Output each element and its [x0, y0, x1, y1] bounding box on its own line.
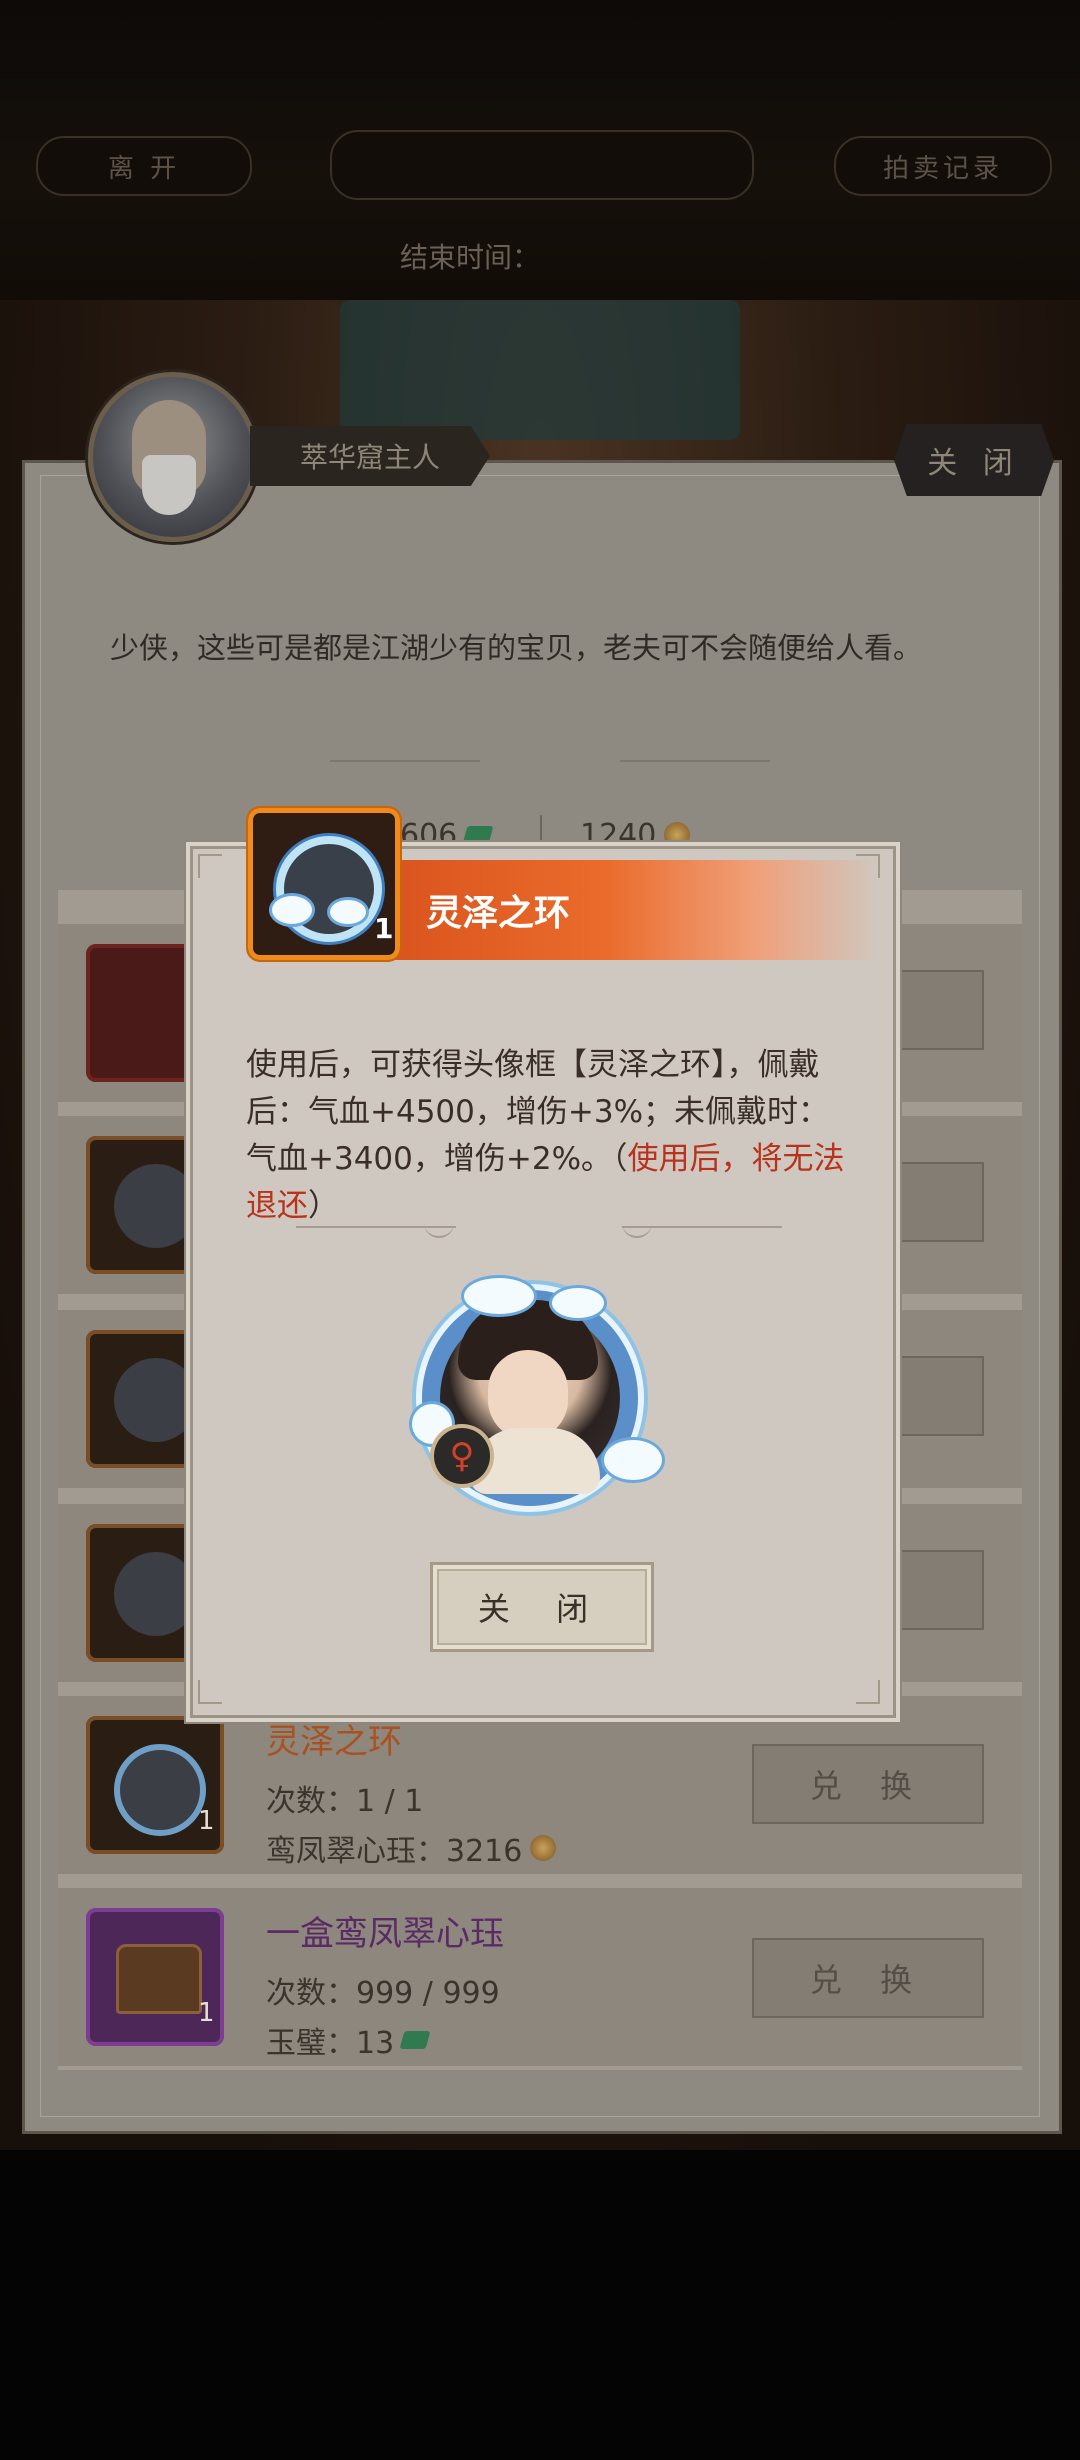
npc-beard	[142, 455, 196, 515]
frame-ring	[114, 1358, 198, 1442]
item-quantity: 1	[198, 1806, 215, 1836]
exchange-button[interactable]: 兑 换	[752, 1938, 984, 2018]
corner-ornament	[856, 1680, 880, 1704]
cloud-icon	[604, 1440, 662, 1480]
item-price: 鸾凤翠心珏：3216	[266, 1826, 557, 1870]
frame-ring	[114, 1164, 198, 1248]
coin-icon	[530, 1835, 557, 1861]
auction-record-button[interactable]: 拍卖记录	[834, 136, 1052, 196]
female-icon: ♀	[434, 1428, 490, 1484]
cloud-icon	[552, 1288, 604, 1318]
cloud-icon	[464, 1278, 534, 1314]
jade-icon	[399, 2031, 431, 2049]
npc-name: 萃华窟主人	[250, 426, 490, 486]
item-count: 次数：999 / 999	[266, 1976, 500, 2011]
item-price: 玉璧：13	[266, 2018, 431, 2062]
cloud-icon	[272, 896, 312, 924]
item-price-text: 玉璧：13	[266, 2026, 395, 2061]
divider-ornament	[620, 760, 770, 762]
scene-decoration	[340, 300, 740, 440]
corner-ornament	[198, 854, 222, 878]
popup-close-button[interactable]: 关 闭	[430, 1562, 654, 1652]
corner-ornament	[198, 1680, 222, 1704]
item-title: 一盒鸾凤翠心珏	[266, 1914, 504, 1954]
water-ring-icon	[276, 836, 382, 942]
portrait-face	[488, 1350, 568, 1440]
divider-ornament	[622, 1226, 782, 1228]
description-paren-open: （	[612, 1141, 628, 1177]
item-title: 灵泽之环	[266, 1722, 402, 1762]
npc-speech: 少侠，这些可是都是江湖少有的宝贝，老夫可不会随便给人看。	[110, 631, 923, 665]
item-price-text: 鸾凤翠心珏：3216	[266, 1834, 523, 1869]
jade-icon	[462, 826, 494, 844]
end-time-label: 结束时间：	[400, 241, 541, 274]
popup-item-quantity: 1	[374, 912, 394, 945]
cloud-icon	[330, 900, 366, 924]
frame-ring	[114, 1552, 198, 1636]
item-quantity: 1	[198, 1998, 215, 2028]
page-title	[330, 130, 754, 200]
popup-description: 使用后，可获得头像框【灵泽之环】，佩戴后：气血+4500，增伤+3%；未佩戴时：…	[246, 1042, 846, 1230]
chest-shape	[116, 1944, 202, 2014]
panel-close-button[interactable]: 关 闭	[894, 424, 1054, 496]
exchange-button[interactable]: 兑 换	[752, 1744, 984, 1824]
coin-icon	[664, 822, 691, 848]
leave-button[interactable]: 离 开	[36, 136, 252, 196]
popup-item-name: 灵泽之环	[426, 893, 571, 934]
item-count: 次数：1 / 1	[266, 1784, 424, 1819]
water-ring-icon	[114, 1744, 206, 1836]
description-paren-close: ）	[308, 1188, 339, 1224]
divider-ornament	[330, 760, 480, 762]
